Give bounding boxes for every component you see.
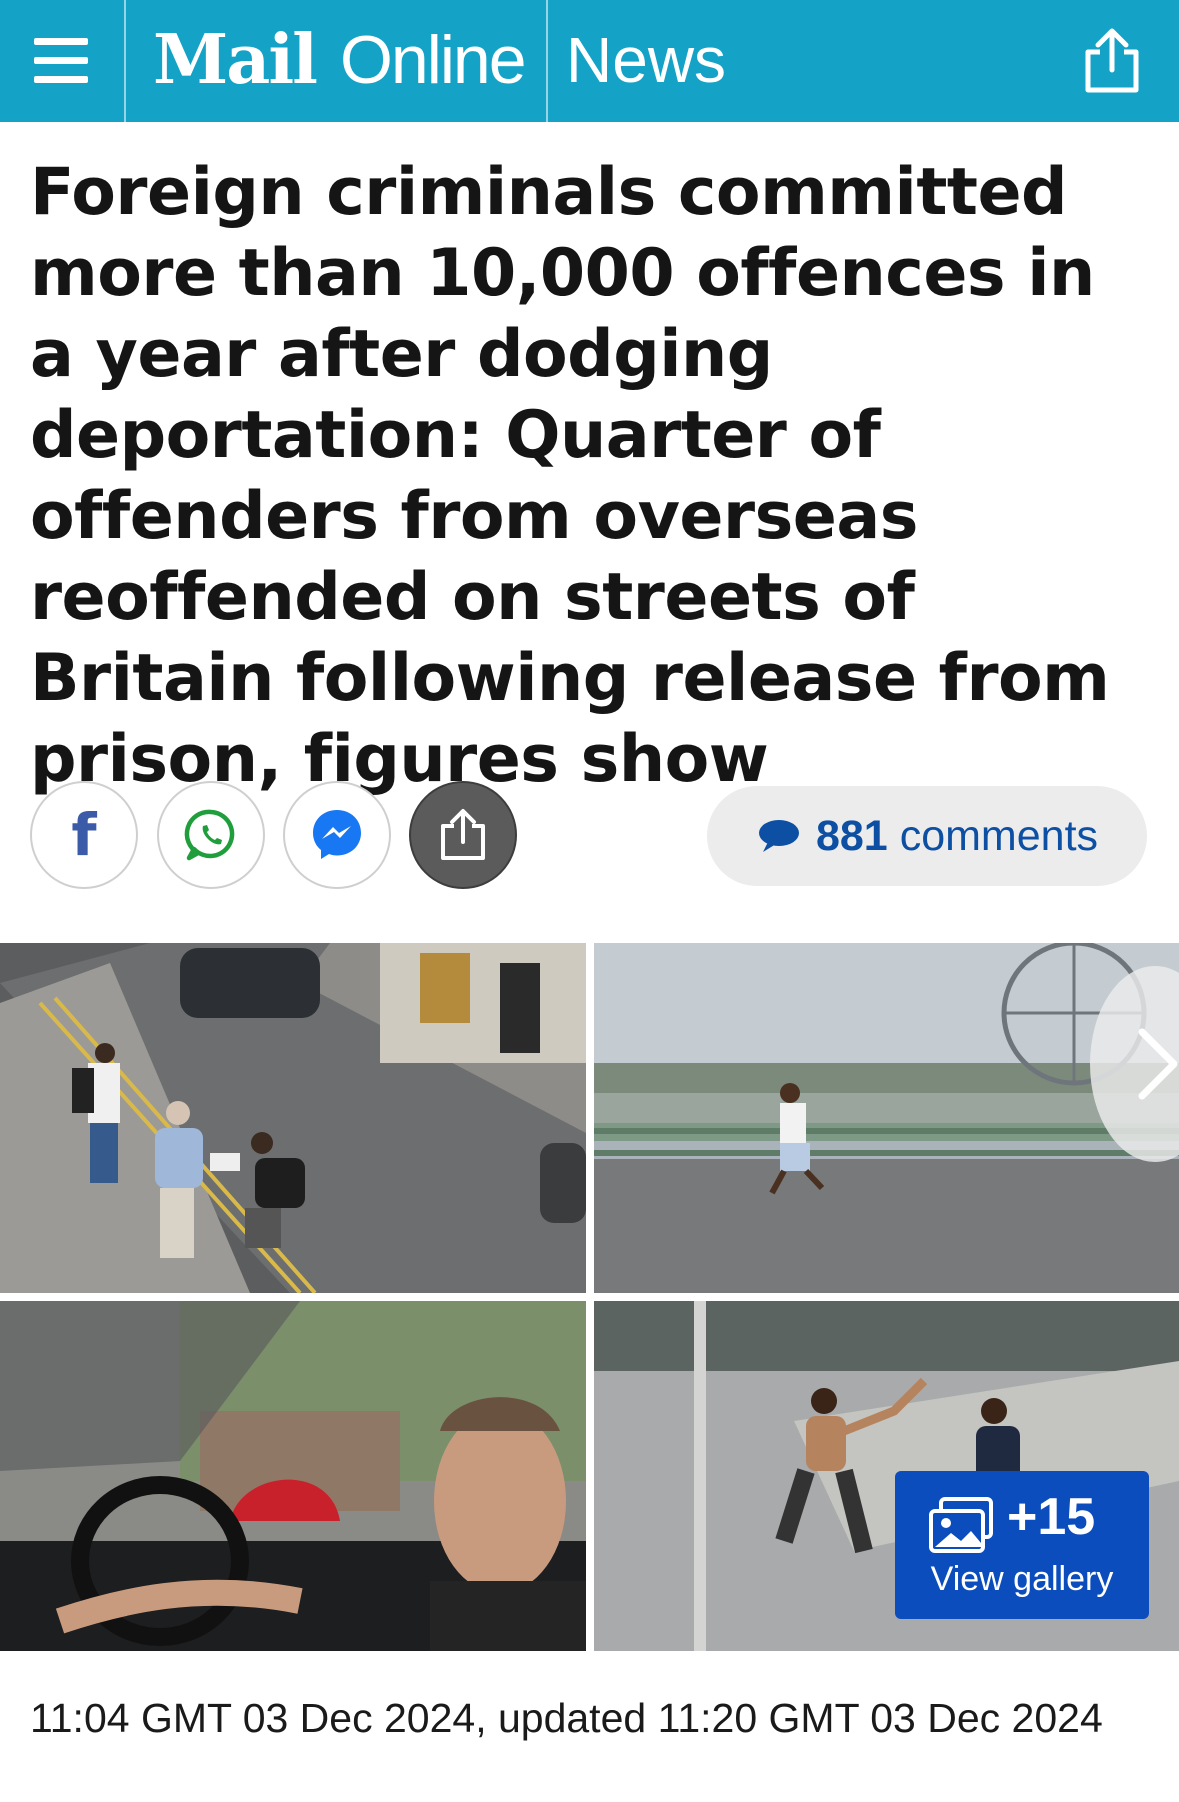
facebook-share-button[interactable]: f: [30, 781, 138, 889]
comments-count: 881: [815, 811, 888, 860]
gallery-image-bridge[interactable]: [594, 943, 1179, 1293]
nav-divider: [124, 0, 126, 122]
photo-stack-icon: [929, 1497, 993, 1553]
comment-bubble-icon: [758, 820, 799, 852]
share-icon[interactable]: [1080, 28, 1144, 94]
whatsapp-icon: [184, 809, 235, 861]
nav-divider: [546, 0, 548, 122]
article-timestamp: 11:04 GMT 03 Dec 2024, updated 11:20 GMT…: [30, 1695, 1103, 1741]
chevron-right-icon: [1138, 1028, 1178, 1100]
gallery-image-car[interactable]: [0, 1301, 586, 1651]
gallery-extra-count: +15: [1007, 1488, 1096, 1546]
gallery-image-street[interactable]: [0, 943, 586, 1293]
logo-mail-text[interactable]: Mail: [153, 20, 318, 100]
view-gallery-button[interactable]: +15 View gallery: [895, 1471, 1149, 1619]
share-icon: [441, 809, 485, 860]
comments-label: comments: [899, 811, 1099, 860]
whatsapp-share-button[interactable]: [157, 781, 265, 889]
hamburger-menu-icon[interactable]: [22, 24, 100, 98]
logo-online-text[interactable]: Online: [340, 20, 527, 100]
section-label[interactable]: News: [566, 24, 726, 96]
facebook-icon: f: [71, 801, 97, 869]
comments-button[interactable]: 881 comments: [707, 786, 1147, 886]
top-navigation-bar: Mail Online News: [0, 0, 1179, 122]
messenger-share-button[interactable]: [283, 781, 391, 889]
view-gallery-label: View gallery: [930, 1560, 1114, 1598]
more-share-button[interactable]: [409, 781, 517, 889]
messenger-icon: [313, 810, 361, 859]
article-headline: Foreign criminals committed more than 10…: [30, 155, 1110, 797]
